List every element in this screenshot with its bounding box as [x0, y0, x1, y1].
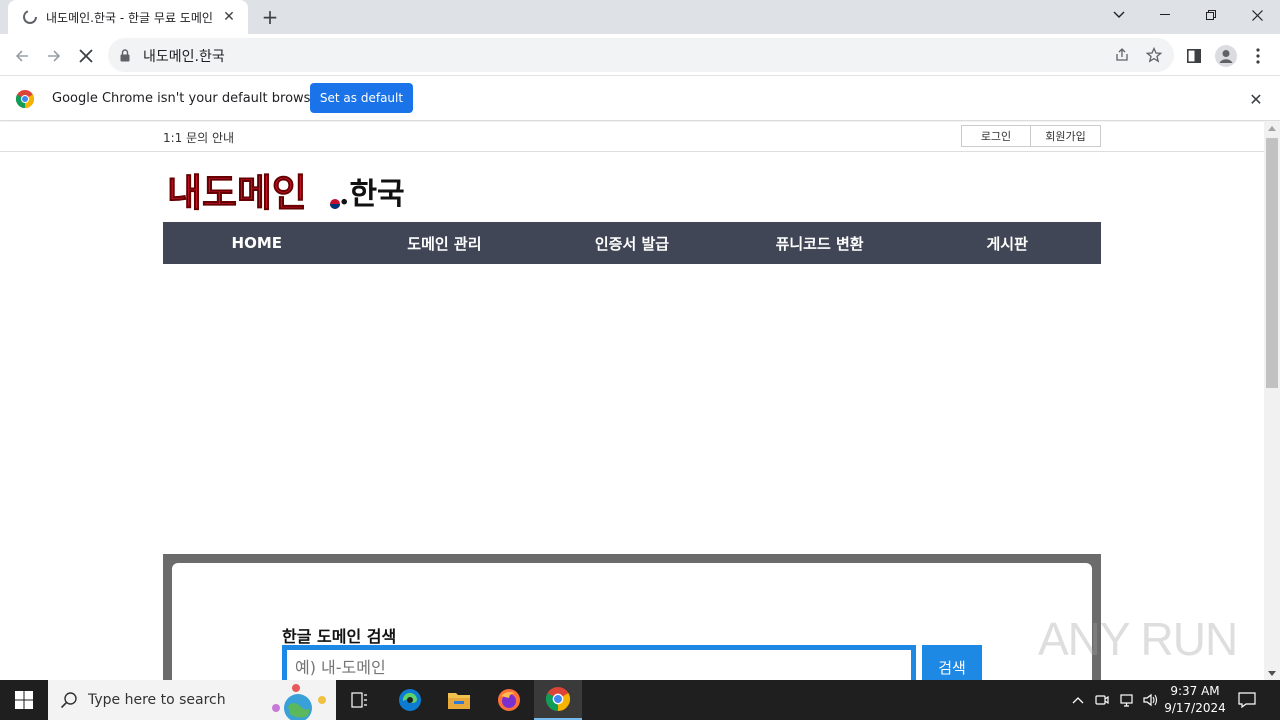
notification-icon[interactable]	[1234, 680, 1260, 720]
chrome-taskbar-icon[interactable]	[534, 680, 582, 720]
scroll-thumb[interactable]	[1266, 138, 1278, 388]
search-highlight-icon	[262, 682, 332, 724]
search-icon	[60, 691, 78, 713]
close-infobar-icon[interactable]: ✕	[1246, 89, 1266, 109]
bookmark-star-icon[interactable]	[1144, 45, 1164, 65]
windows-start-icon[interactable]	[0, 680, 48, 720]
infobar-message: Google Chrome isn't your default browser	[52, 91, 324, 106]
close-tab-icon[interactable]: ✕	[220, 8, 238, 26]
stop-loading-icon[interactable]	[72, 42, 100, 70]
domain-search-input[interactable]	[282, 645, 916, 680]
tray-chevron-icon[interactable]	[1068, 680, 1088, 720]
nav-board[interactable]: 게시판	[913, 222, 1101, 264]
taskbar-clock[interactable]: 9:37 AM 9/17/2024	[1160, 683, 1230, 717]
menu-dots-icon[interactable]	[1244, 42, 1272, 70]
taskbar-search-placeholder: Type here to search	[88, 692, 226, 708]
site-logo[interactable]: 내도메인 .한국	[163, 166, 413, 218]
inquiry-link[interactable]: 1:1 문의 안내	[163, 129, 234, 146]
main-navigation: HOME 도메인 관리 인증서 발급 퓨니코드 변환 게시판	[163, 222, 1101, 264]
address-bar[interactable]: 내도메인.한국	[108, 38, 1174, 72]
back-arrow-icon[interactable]	[8, 42, 36, 70]
task-view-icon[interactable]	[336, 680, 384, 720]
scroll-up-arrow-icon[interactable]	[1268, 126, 1276, 131]
clock-date: 9/17/2024	[1164, 701, 1226, 715]
windows-taskbar: Type here to search 9:37 AM 9/17/2024	[0, 680, 1280, 722]
browser-tab[interactable]: 내도메인.한국 - 한글 무료 도메인 ✕	[8, 0, 248, 34]
anyrun-watermark: ANY RUN	[1038, 613, 1238, 665]
logo-main-text: 내도메인	[167, 171, 307, 215]
page-viewport: 1:1 문의 안내 로그인 회원가입 내도메인 .한국 HOME 도메인 관리 …	[0, 122, 1264, 680]
volume-icon[interactable]	[1140, 680, 1162, 720]
lock-icon[interactable]	[120, 47, 130, 66]
search-title: 한글 도메인 검색	[282, 627, 397, 646]
default-browser-infobar: Google Chrome isn't your default browser…	[0, 77, 1280, 121]
chrome-logo-icon	[15, 90, 35, 108]
firefox-icon[interactable]	[485, 680, 533, 720]
site-topbar: 1:1 문의 안내 로그인 회원가입	[0, 122, 1264, 152]
network-icon[interactable]	[1116, 680, 1138, 720]
side-panel-icon[interactable]	[1180, 42, 1208, 70]
clock-time: 9:37 AM	[1170, 684, 1220, 698]
edge-icon[interactable]	[386, 680, 434, 720]
new-tab-button[interactable]: +	[258, 5, 282, 29]
nav-home[interactable]: HOME	[163, 222, 351, 264]
file-explorer-icon[interactable]	[435, 680, 483, 720]
tab-title: 내도메인.한국 - 한글 무료 도메인	[46, 10, 213, 25]
share-icon[interactable]	[1112, 45, 1132, 65]
profile-avatar-icon[interactable]	[1212, 42, 1240, 70]
search-panel: 한글 도메인 검색 검색	[163, 554, 1101, 680]
nav-domain-management[interactable]: 도메인 관리	[351, 222, 539, 264]
tab-strip: 내도메인.한국 - 한글 무료 도메인 ✕ +	[0, 0, 1280, 34]
search-card: 한글 도메인 검색 검색	[172, 563, 1092, 680]
url-text: 내도메인.한국	[143, 49, 225, 65]
signup-button[interactable]: 회원가입	[1030, 125, 1101, 147]
restore-button[interactable]	[1188, 0, 1234, 30]
logo-suffix-text: .한국	[339, 177, 405, 212]
loading-icon	[22, 9, 38, 25]
minimize-button[interactable]	[1142, 0, 1188, 30]
scroll-down-arrow-icon[interactable]	[1268, 671, 1276, 676]
login-button[interactable]: 로그인	[961, 125, 1031, 147]
taskbar-search-box[interactable]: Type here to search	[48, 680, 336, 722]
nav-punycode[interactable]: 퓨니코드 변환	[726, 222, 914, 264]
set-as-default-button[interactable]: Set as default	[310, 83, 413, 113]
search-button[interactable]: 검색	[922, 645, 982, 680]
forward-arrow-icon[interactable]	[40, 42, 68, 70]
browser-toolbar: 내도메인.한국	[0, 34, 1280, 76]
meet-now-icon[interactable]	[1092, 680, 1112, 720]
nav-certificate[interactable]: 인증서 발급	[538, 222, 726, 264]
tab-search-icon[interactable]	[1096, 0, 1142, 30]
close-window-button[interactable]	[1234, 0, 1280, 30]
page-scrollbar[interactable]	[1264, 122, 1280, 680]
